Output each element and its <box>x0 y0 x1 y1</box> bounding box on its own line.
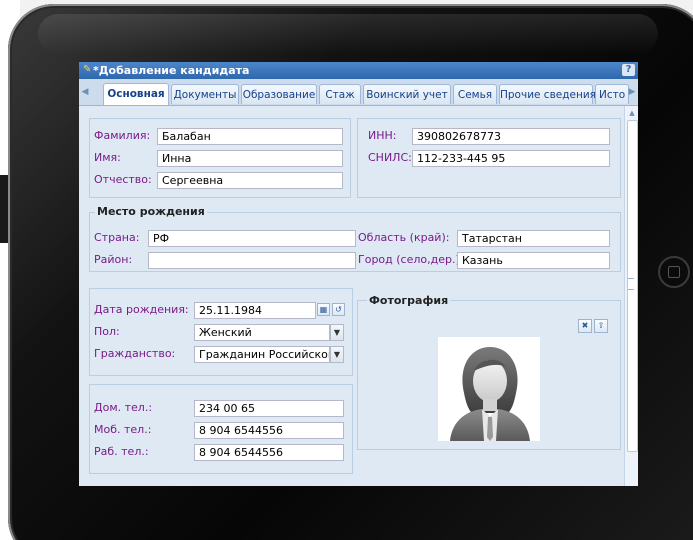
home-button[interactable] <box>658 256 690 288</box>
district-input[interactable] <box>148 252 356 269</box>
citizenship-label: Гражданство: <box>94 347 176 360</box>
home-phone-input[interactable]: 234 00 65 <box>194 400 344 417</box>
chevron-down-icon[interactable]: ▼ <box>330 324 344 341</box>
gender-select[interactable]: Женский <box>194 324 330 341</box>
country-label: Страна: <box>94 231 140 244</box>
vertical-scrollbar[interactable]: ▲ <box>624 106 638 486</box>
birthdate-label: Дата рождения: <box>94 303 189 316</box>
scroll-up-icon[interactable]: ▲ <box>627 108 637 118</box>
phones-panel: Дом. тел.: 234 00 65 Моб. тел.: 8 904 65… <box>89 384 353 474</box>
tablet-gloss <box>38 14 658 54</box>
mobile-phone-label: Моб. тел.: <box>94 423 152 436</box>
name-panel: Фамилия: Балабан Имя: Инна Отчество: Сер… <box>89 118 351 198</box>
lastname-input[interactable]: Балабан <box>157 128 343 145</box>
tab-main[interactable]: Основная <box>103 83 169 105</box>
ids-panel: ИНН: 390802678773 СНИЛС: 112-233-445 95 <box>357 118 621 198</box>
tab-documents[interactable]: Документы <box>171 84 239 104</box>
firstname-label: Имя: <box>94 151 121 164</box>
mobile-phone-input[interactable]: 8 904 6544556 <box>194 422 344 439</box>
region-label: Область (край): <box>358 231 450 244</box>
city-input[interactable]: Казань <box>457 252 610 269</box>
personal-panel: Дата рождения: 25.11.1984 ▦ ↺ Пол: Женск… <box>89 288 353 376</box>
photo-panel: ✖ ⇧ <box>357 300 621 450</box>
patronymic-label: Отчество: <box>94 173 152 186</box>
help-button[interactable]: ? <box>622 64 635 76</box>
upload-photo-icon[interactable]: ⇧ <box>594 319 608 333</box>
avatar <box>450 347 530 441</box>
firstname-input[interactable]: Инна <box>157 150 343 167</box>
date-clear-icon[interactable]: ↺ <box>332 303 345 316</box>
work-phone-input[interactable]: 8 904 6544556 <box>194 444 344 461</box>
birthplace-panel: Страна: РФ Область (край): Татарстан Рай… <box>89 212 621 272</box>
calendar-icon[interactable]: ▦ <box>317 303 330 316</box>
work-phone-label: Раб. тел.: <box>94 445 149 458</box>
tab-military[interactable]: Воинский учет <box>363 84 451 104</box>
app-window: ✎ *Добавление кандидата ? ◀ Основная Док… <box>79 62 638 486</box>
tab-other[interactable]: Прочие сведения <box>499 84 596 104</box>
form-content: Фамилия: Балабан Имя: Инна Отчество: Сер… <box>79 106 624 486</box>
tab-experience[interactable]: Стаж <box>319 84 361 104</box>
gender-label: Пол: <box>94 325 120 338</box>
photo-title: Фотография <box>367 294 451 307</box>
patronymic-input[interactable]: Сергеевна <box>157 172 343 189</box>
snils-label: СНИЛС: <box>368 151 412 164</box>
birthdate-input[interactable]: 25.11.1984 <box>194 302 316 319</box>
city-label: Город (село,дер.): <box>358 253 464 266</box>
home-phone-label: Дом. тел.: <box>94 401 153 414</box>
inn-label: ИНН: <box>368 129 397 142</box>
tab-scroll-left-icon[interactable]: ◀ <box>80 85 90 99</box>
tab-scroll-right-icon[interactable]: ▶ <box>627 85 637 99</box>
photo-placeholder <box>438 337 540 441</box>
window-titlebar: ✎ *Добавление кандидата ? <box>79 62 638 79</box>
snils-input[interactable]: 112-233-445 95 <box>412 150 610 167</box>
tab-bar: ◀ Основная Документы Образование Стаж Во… <box>79 79 638 106</box>
birthplace-title: Место рождения <box>95 205 207 218</box>
scrollbar-grip <box>628 278 634 290</box>
tab-family[interactable]: Семья <box>453 84 497 104</box>
lastname-label: Фамилия: <box>94 129 151 142</box>
country-input[interactable]: РФ <box>148 230 356 247</box>
form-icon: ✎ <box>83 64 92 75</box>
inn-input[interactable]: 390802678773 <box>412 128 610 145</box>
citizenship-select[interactable]: Гражданин Российской Ф <box>194 346 330 363</box>
district-label: Район: <box>94 253 133 266</box>
window-title: *Добавление кандидата <box>93 64 250 77</box>
chevron-down-icon[interactable]: ▼ <box>330 346 344 363</box>
delete-photo-icon[interactable]: ✖ <box>578 319 592 333</box>
tab-education[interactable]: Образование <box>241 84 317 104</box>
region-input[interactable]: Татарстан <box>457 230 610 247</box>
tab-history[interactable]: Исто <box>595 84 629 104</box>
